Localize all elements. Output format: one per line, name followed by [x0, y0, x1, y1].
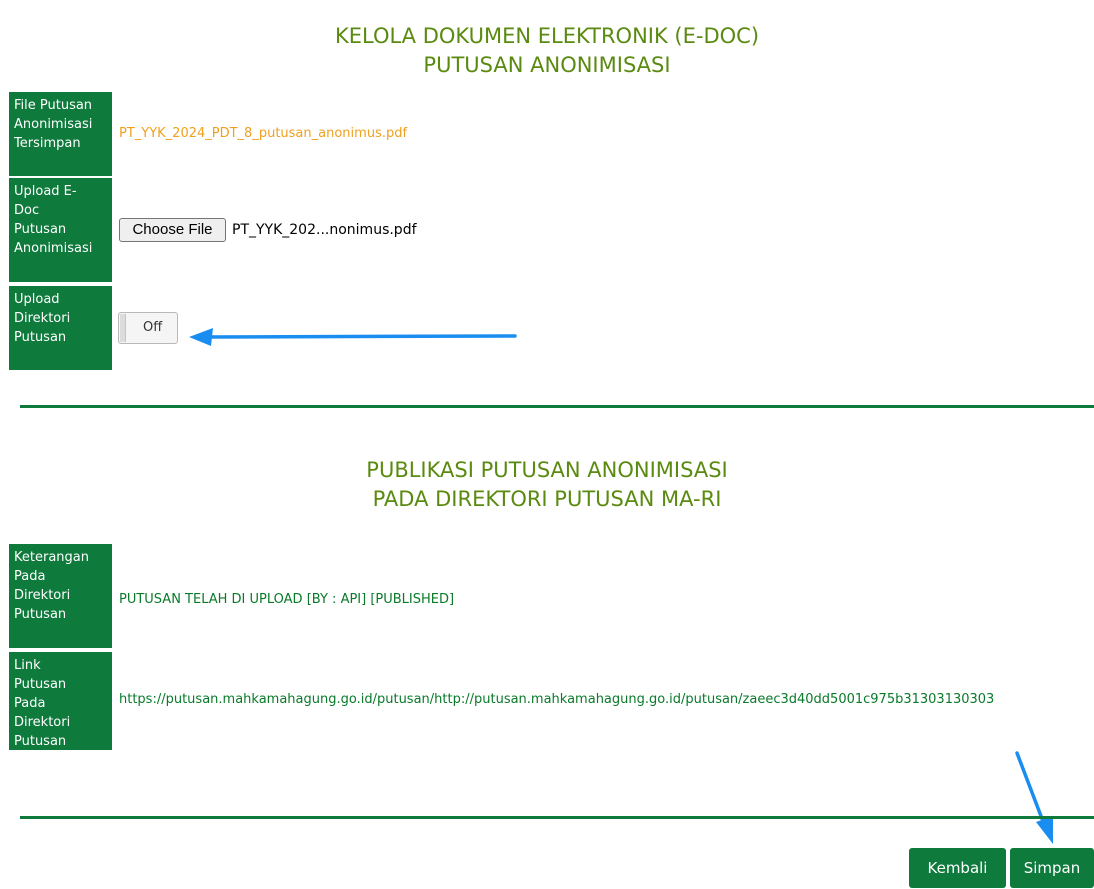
keterangan-value: PUTUSAN TELAH DI UPLOAD [BY : API] [PUBL… — [119, 592, 455, 607]
label-keterangan: Keterangan Pada Direktori Putusan — [9, 544, 112, 648]
saved-file-name: PT_YYK_2024_PDT_8_putusan_anonimus.pdf — [119, 126, 408, 141]
toggle-knob — [120, 314, 126, 342]
upload-direktori-toggle[interactable]: Off — [118, 312, 178, 344]
section-title-publikasi: PUBLIKASI PUTUSAN ANONIMISASI PADA DIREK… — [0, 456, 1094, 514]
link-value-clip: https://putusan.mahkamahagung.go.id/putu… — [119, 692, 1094, 714]
choose-file-button[interactable]: Choose File — [119, 218, 226, 242]
label-file-putusan-tersimpan: File Putusan Anonimisasi Tersimpan — [9, 92, 112, 176]
label-upload-direktori: Upload Direktori Putusan — [9, 286, 112, 370]
section-title-line-2: PADA DIREKTORI PUTUSAN MA-RI — [372, 487, 722, 511]
toggle-state-label: Off — [143, 320, 163, 335]
section-divider-2 — [20, 816, 1094, 819]
kembali-button[interactable]: Kembali — [909, 848, 1006, 888]
chosen-file-name: PT_YYK_202...nonimus.pdf — [232, 222, 417, 238]
section-title-line-2: PUTUSAN ANONIMISASI — [423, 53, 671, 77]
section-title-line-1: PUBLIKASI PUTUSAN ANONIMISASI — [366, 458, 728, 482]
putusan-link[interactable]: https://putusan.mahkamahagung.go.id/putu… — [119, 692, 994, 707]
section-title-edoc: KELOLA DOKUMEN ELEKTRONIK (E-DOC) PUTUSA… — [0, 22, 1094, 80]
simpan-button[interactable]: Simpan — [1010, 848, 1094, 888]
annotation-arrow-icon — [189, 328, 517, 346]
annotation-arrow-icon — [1015, 751, 1053, 844]
label-link-putusan: Link Putusan Pada Direktori Putusan — [9, 652, 112, 750]
section-divider-1 — [20, 405, 1094, 408]
label-upload-edoc: Upload E- Doc Putusan Anonimisasi — [9, 178, 112, 282]
section-title-line-1: KELOLA DOKUMEN ELEKTRONIK (E-DOC) — [334, 24, 760, 48]
